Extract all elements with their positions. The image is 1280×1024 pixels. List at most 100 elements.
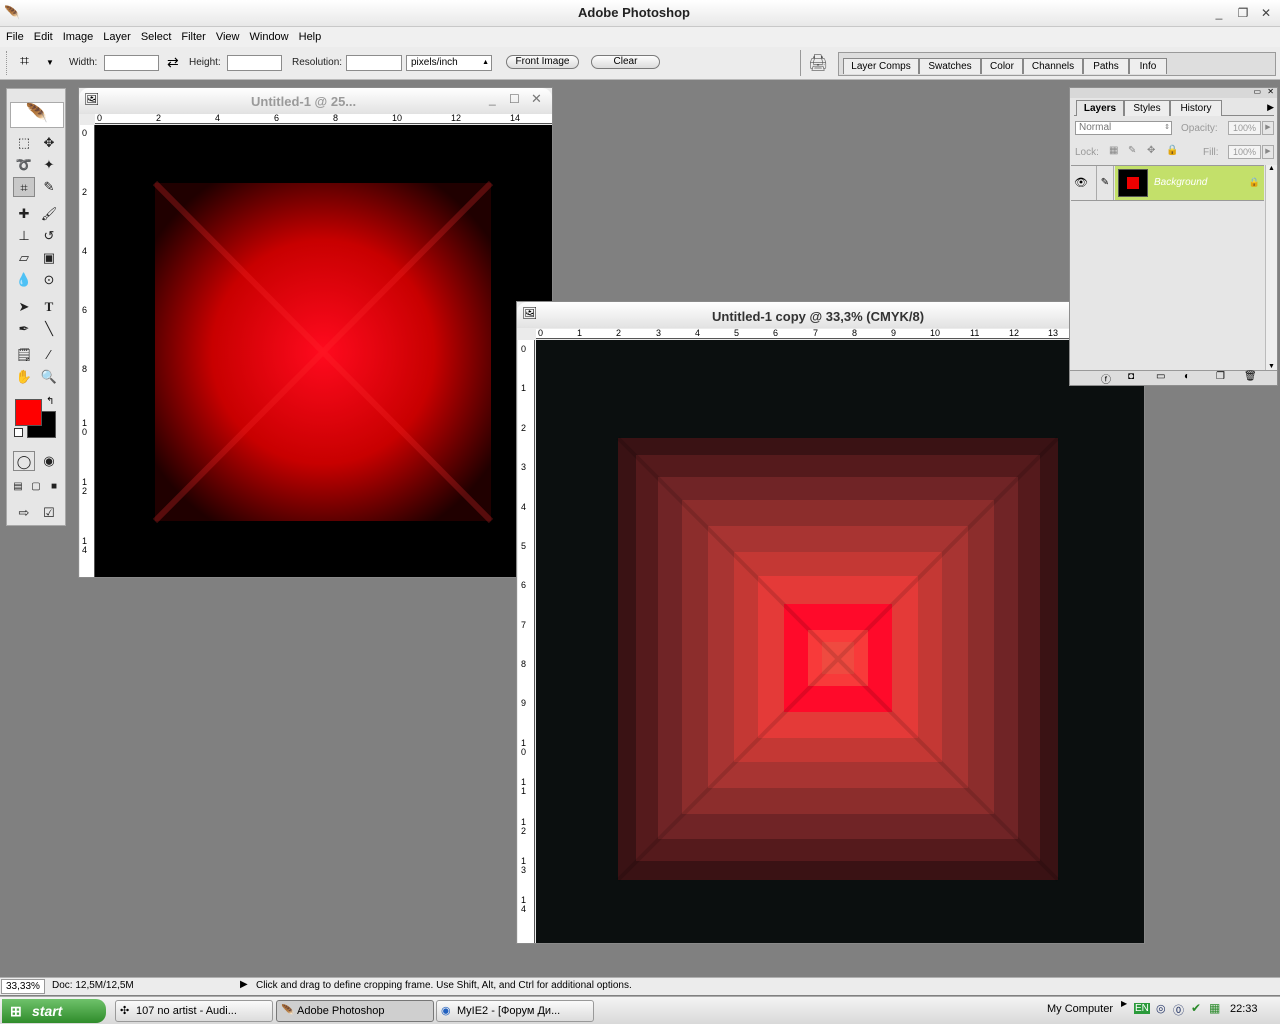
well-tab-color[interactable]: Color [981,58,1023,74]
layer-mask-icon[interactable]: ◘ [1128,371,1134,382]
brush-tool-icon[interactable]: 🖌 [38,204,60,224]
foreground-color-swatch[interactable] [15,399,42,426]
well-tab-channels[interactable]: Channels [1023,58,1083,74]
menu-select[interactable]: Select [136,27,177,47]
layers-panel-title-bar[interactable]: ▭ ✕ [1070,87,1277,98]
menu-filter[interactable]: Filter [176,27,210,47]
status-menu-icon[interactable]: ▶ [240,979,248,990]
jump-to-imageready-icon[interactable]: ⇨ [13,503,35,523]
document-1-maximize-icon[interactable]: ☐ [509,92,520,106]
type-tool-icon[interactable]: T [38,297,60,317]
clone-stamp-tool-icon[interactable]: ⊥ [13,226,35,246]
zoom-field[interactable]: 33,33% [1,979,45,994]
tab-history[interactable]: History [1170,100,1222,116]
eraser-tool-icon[interactable]: ▱ [13,248,35,268]
checkbox-tool-icon[interactable]: ☑ [38,503,60,523]
well-tab-paths[interactable]: Paths [1083,58,1129,74]
menu-view[interactable]: View [211,27,245,47]
gradient-tool-icon[interactable]: ▣ [38,248,60,268]
well-tab-info[interactable]: Info [1129,58,1167,74]
document-1-close-icon[interactable]: ✕ [531,91,542,107]
screen-mode-standard-icon[interactable]: ▤ [9,477,27,497]
taskbar-item-myie2[interactable]: ◉ MyIE2 - [Форум Ди... [436,1000,594,1022]
tray-app-icon[interactable]: ⓪ [1173,1002,1184,1018]
new-group-icon[interactable]: ▭ [1156,371,1165,382]
menu-edit[interactable]: Edit [29,27,58,47]
menu-file[interactable]: File [1,27,29,47]
line-tool-icon[interactable]: ╲ [38,319,60,339]
lock-position-icon[interactable]: ✥ [1147,145,1155,156]
document-window-2[interactable]: 🖼 Untitled-1 copy @ 33,3% (CMYK/8) 0 1 2… [516,301,1145,944]
eyedropper-tool-icon[interactable]: ⁄ [38,345,60,365]
blur-tool-icon[interactable]: 💧 [13,270,35,290]
dodge-tool-icon[interactable]: ⊙ [38,270,60,290]
quick-mask-icon[interactable]: ◉ [38,451,60,471]
zoom-tool-icon[interactable]: 🔍 [38,367,60,387]
swap-colors-icon[interactable]: ↰ [46,396,54,407]
options-grip[interactable] [6,51,10,75]
my-computer-label[interactable]: My Computer [1047,1003,1113,1015]
trash-icon[interactable]: 🗑 [1244,371,1257,382]
lock-transparency-icon[interactable]: ▦ [1109,145,1118,156]
screen-mode-full-menu-icon[interactable]: ▢ [27,477,45,497]
tab-layers[interactable]: Layers [1076,100,1124,116]
language-indicator[interactable]: EN [1134,1003,1150,1014]
lock-image-icon[interactable]: ✎ [1128,145,1136,156]
menu-help[interactable]: Help [294,27,327,47]
lasso-tool-icon[interactable]: ➰ [13,155,35,175]
network-icon[interactable]: ◎ [1156,1002,1166,1015]
brush-link-icon[interactable]: ✎ [1096,166,1114,200]
default-colors-icon[interactable] [14,428,23,437]
file-browser-icon[interactable]: 🖨 [808,53,828,73]
opacity-field[interactable]: 100% [1228,121,1261,135]
swap-icon[interactable]: ⇄ [167,54,179,71]
blend-mode-select[interactable]: Normal ⇕ [1075,121,1172,135]
fill-field[interactable]: 100% [1228,145,1261,159]
well-tab-layer-comps[interactable]: Layer Comps [843,58,919,74]
path-selection-tool-icon[interactable]: ➤ [13,297,35,317]
lock-all-icon[interactable]: 🔒 [1166,145,1178,156]
clear-button[interactable]: Clear [591,55,660,69]
taskbar-item-photoshop[interactable]: 🪶 Adobe Photoshop [276,1000,434,1022]
tab-styles[interactable]: Styles [1124,100,1170,116]
rect-marquee-tool-icon[interactable]: ⬚ [13,133,35,153]
menu-layer[interactable]: Layer [98,27,136,47]
front-image-button[interactable]: Front Image [506,55,579,69]
tray-grid-icon[interactable]: ▦ [1209,1001,1220,1015]
fill-slider-icon[interactable]: ▶ [1262,145,1274,159]
document-1-minimize-icon[interactable]: _ [489,92,496,106]
history-brush-tool-icon[interactable]: ↺ [38,226,60,246]
toolbar-expand-icon[interactable]: ▶ [1121,999,1127,1008]
document-2-canvas[interactable] [536,340,1144,943]
taskbar-item-audio[interactable]: ✣ 107 no artist - Audi... [115,1000,273,1022]
panel-close-icon[interactable]: ✕ [1267,87,1274,96]
height-field[interactable] [227,55,282,71]
magic-wand-tool-icon[interactable]: ✦ [38,155,60,175]
minimize-button[interactable]: _ [1210,5,1228,21]
document-2-title-bar[interactable]: 🖼 Untitled-1 copy @ 33,3% (CMYK/8) [517,302,1144,328]
well-tab-swatches[interactable]: Swatches [919,58,981,74]
layers-scrollbar[interactable]: ▲ ▼ [1265,165,1277,370]
layer-style-icon[interactable]: ⓕ [1101,371,1111,386]
standard-mode-icon[interactable]: ◯ [13,451,35,471]
layer-row-background[interactable]: 👁 ✎ Background 🔒 [1071,165,1264,201]
eye-icon[interactable]: 👁 [1074,176,1088,189]
restore-button[interactable]: ❐ [1234,5,1252,21]
panel-minimize-icon[interactable]: ▭ [1253,87,1261,96]
scroll-down-icon[interactable]: ▼ [1268,363,1275,370]
close-button[interactable]: ✕ [1257,5,1275,21]
crop-tool-preset-icon[interactable]: ⌗ [20,53,29,71]
scroll-up-icon[interactable]: ▲ [1268,165,1275,172]
menu-image[interactable]: Image [58,27,99,47]
healing-brush-tool-icon[interactable]: ✚ [13,204,35,224]
document-window-1[interactable]: 🖼 Untitled-1 @ 25... _ ☐ ✕ 0 2 4 6 8 10 … [78,87,553,578]
resolution-field[interactable] [346,55,402,71]
screen-mode-full-icon[interactable]: ■ [45,477,63,497]
document-1-title-bar[interactable]: 🖼 Untitled-1 @ 25... _ ☐ ✕ [79,88,552,114]
checkmark-tray-icon[interactable]: ✔ [1191,1001,1201,1015]
panel-menu-icon[interactable]: ▶ [1267,102,1274,113]
opacity-slider-icon[interactable]: ▶ [1262,121,1274,135]
width-field[interactable] [104,55,159,71]
pen-tool-icon[interactable]: ✒ [13,319,35,339]
adobe-online-icon[interactable]: 🪶 [10,102,64,128]
